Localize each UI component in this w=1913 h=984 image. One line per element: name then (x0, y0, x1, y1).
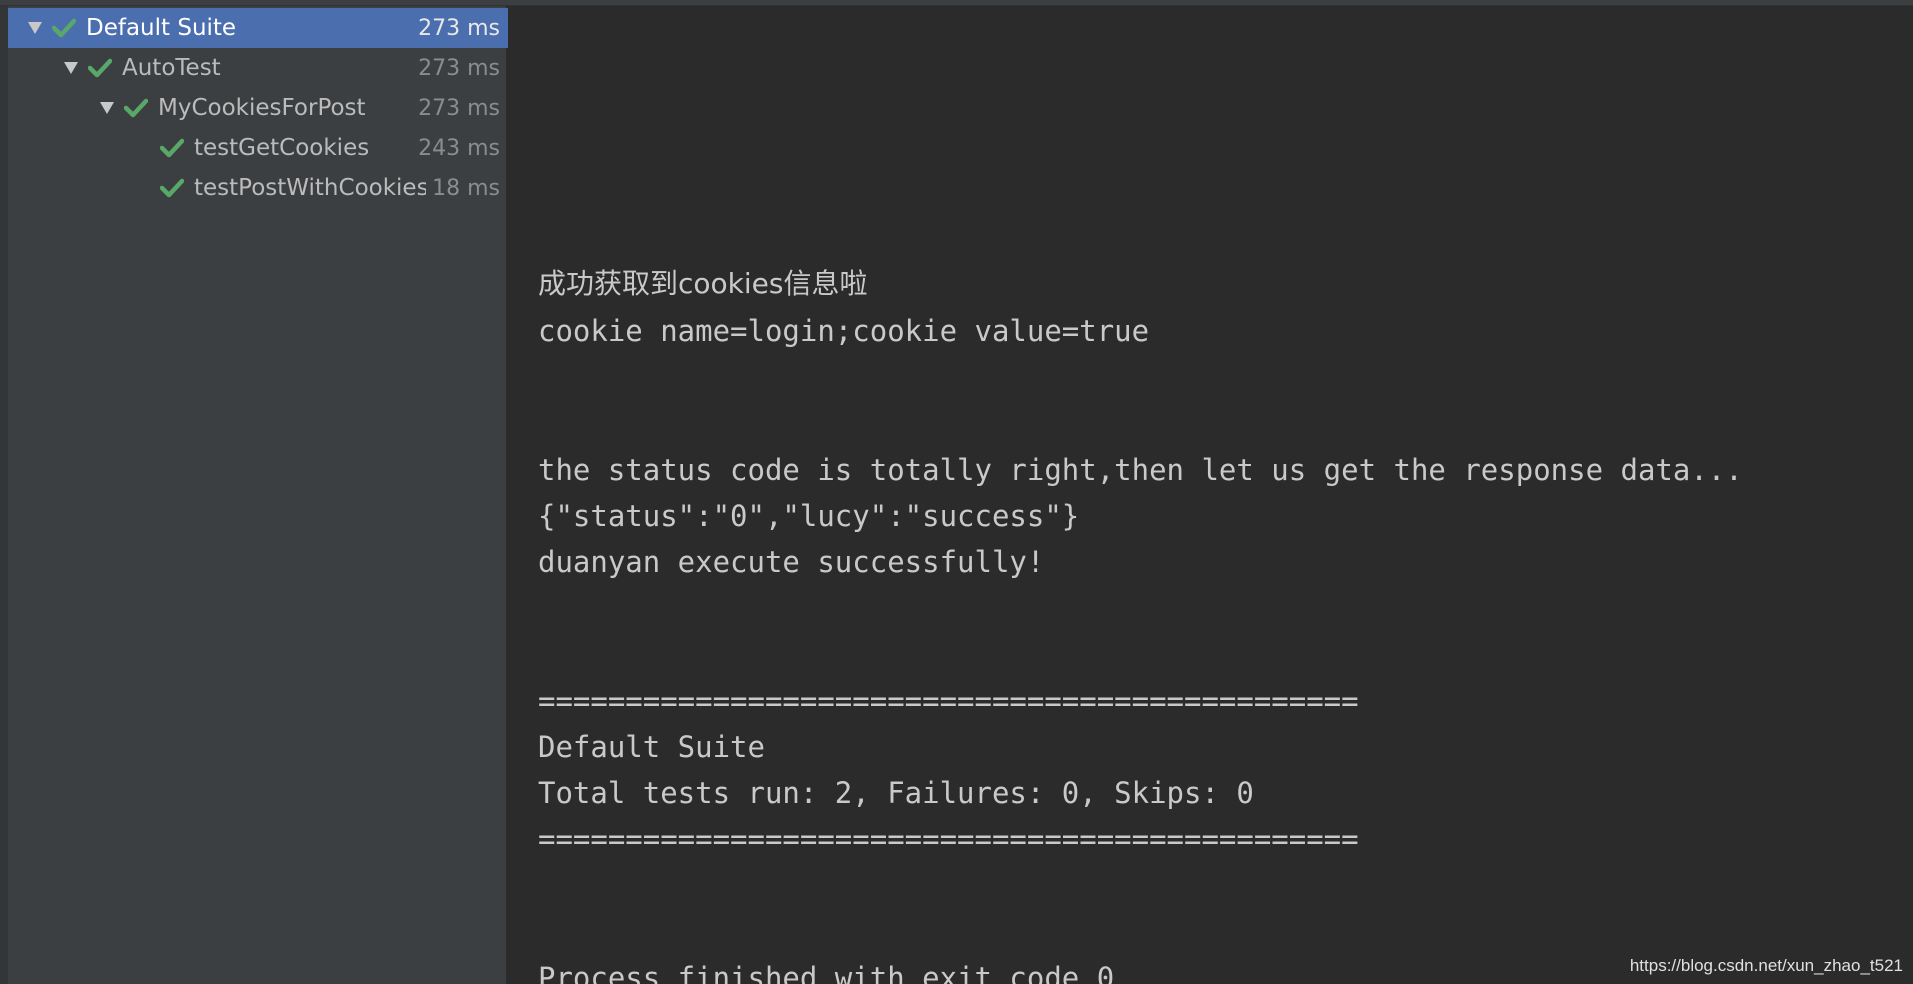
passed-check-icon (50, 16, 78, 40)
tree-node-mycookiesforpost[interactable]: MyCookiesForPost 273 ms (8, 88, 508, 128)
tree-node-label: MyCookiesForPost (158, 95, 366, 121)
duration-label: 273 ms (418, 15, 500, 41)
passed-check-icon (158, 176, 186, 200)
expand-arrow-icon[interactable] (96, 97, 118, 119)
console-line: {"status":"0","lucy":"success"} (538, 499, 1080, 533)
passed-check-icon (122, 96, 150, 120)
tree-node-label: testGetCookies (194, 135, 370, 161)
duration-label: 273 ms (418, 55, 500, 81)
console-line: the status code is totally right,then le… (538, 453, 1743, 487)
tree-node-label: testPostWithCookies (194, 175, 426, 201)
expand-arrow-icon[interactable] (24, 17, 46, 39)
tree-node-default-suite[interactable]: Default Suite 273 ms (8, 8, 508, 48)
console-output[interactable]: 成功获取到cookies信息啦 cookie name=login;cookie… (510, 6, 1913, 984)
console-line: 成功获取到cookies信息啦 (538, 267, 868, 300)
expand-arrow-icon[interactable] (60, 57, 82, 79)
tree-node-label: AutoTest (122, 55, 221, 81)
console-line: duanyan execute successfully! (538, 545, 1045, 579)
console-line: Total tests run: 2, Failures: 0, Skips: … (538, 776, 1254, 810)
console-line: cookie name=login;cookie value=true (538, 314, 1150, 348)
tree-node-testgetcookies[interactable]: testGetCookies 243 ms (8, 128, 508, 168)
console-separator: ========================================… (538, 684, 1359, 718)
console-separator: ========================================… (538, 822, 1359, 856)
tree-node-label: Default Suite (86, 15, 237, 41)
duration-label: 243 ms (418, 135, 500, 161)
duration-label: 273 ms (418, 95, 500, 121)
duration-label: 18 ms (432, 175, 500, 201)
console-line: Default Suite (538, 730, 765, 764)
tree-node-testpostwithcookies[interactable]: testPostWithCookies 18 ms (8, 168, 508, 208)
tree-node-autotest[interactable]: AutoTest 273 ms (8, 48, 508, 88)
passed-check-icon (158, 136, 186, 160)
test-results-tree[interactable]: Default Suite 273 ms AutoTest 273 ms MyC… (0, 6, 508, 984)
console-line: Process finished with exit code 0 (538, 961, 1115, 984)
passed-check-icon (86, 56, 114, 80)
watermark-url: https://blog.csdn.net/xun_zhao_t521 (1629, 956, 1903, 975)
